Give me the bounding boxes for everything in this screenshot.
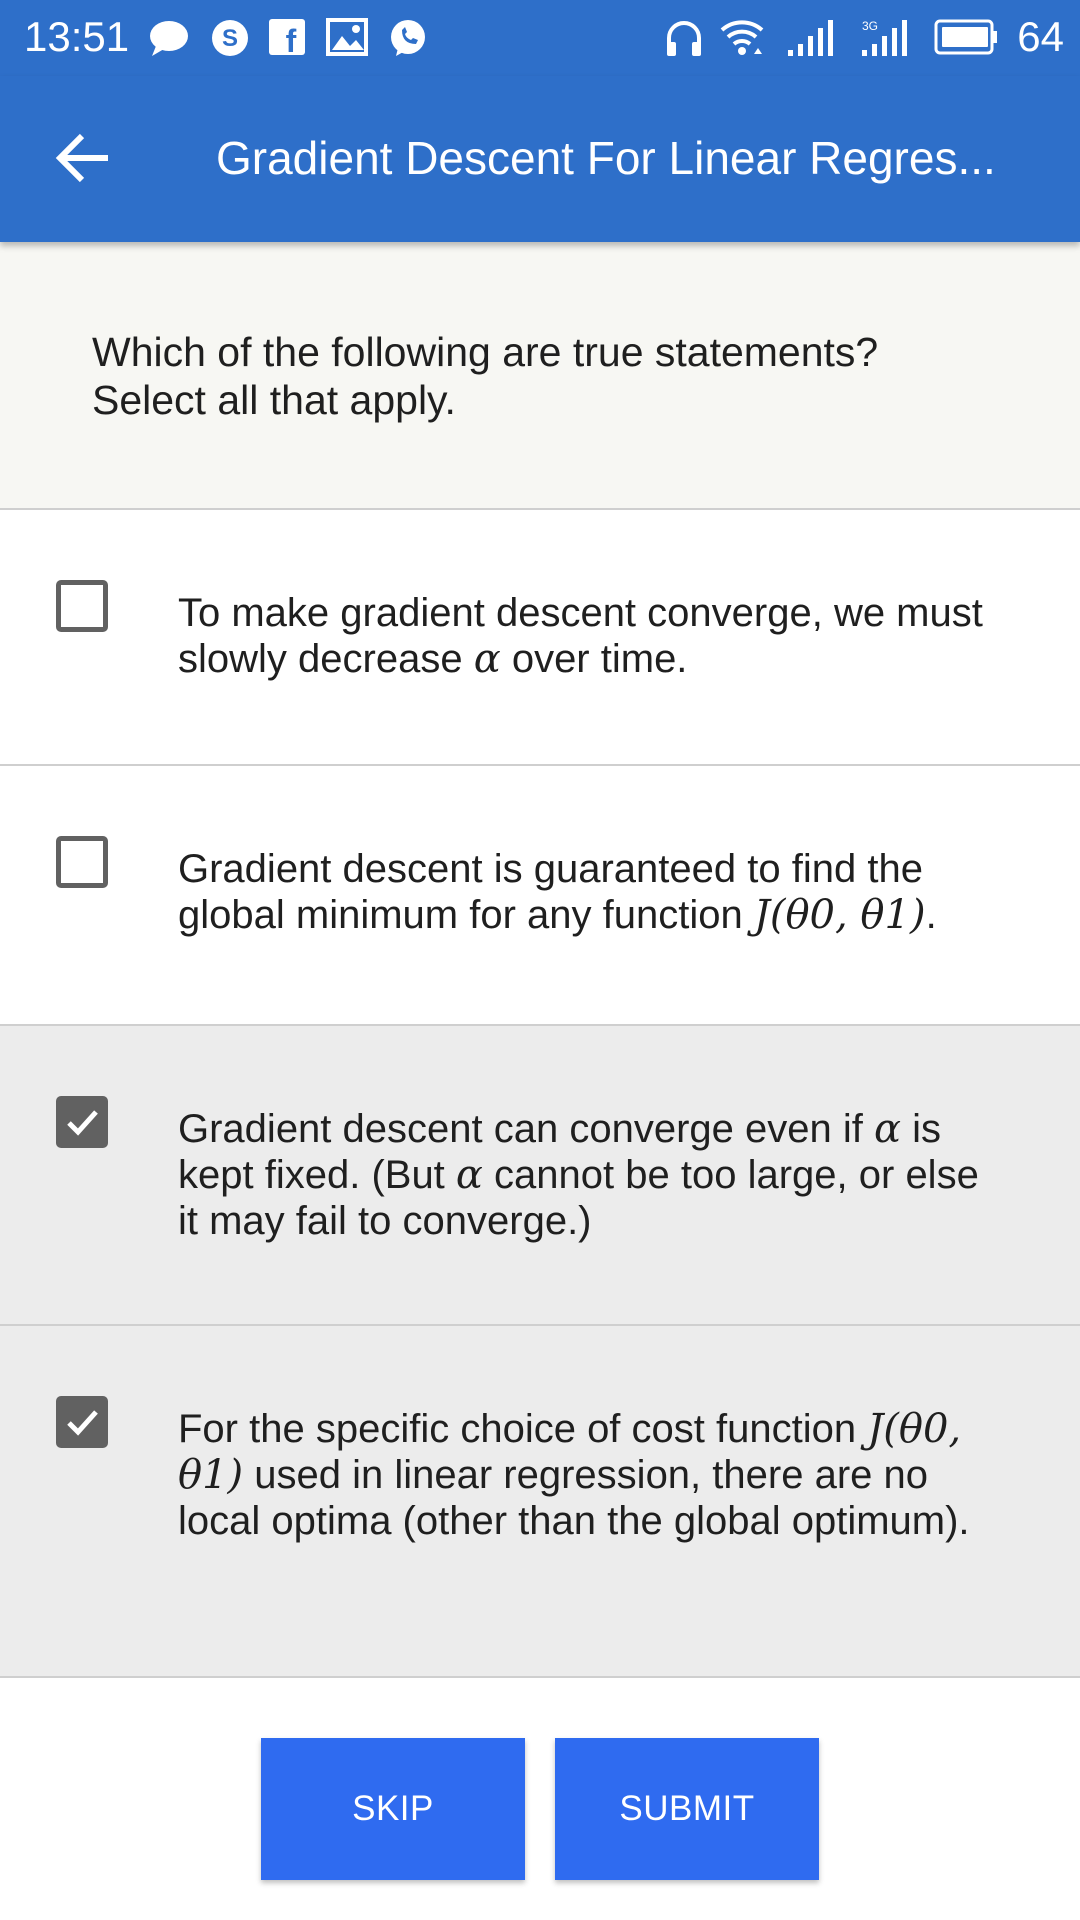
status-bar: 13:51 S f 3G 64: [0, 0, 1080, 76]
app-bar: Gradient Descent For Linear Regres...: [0, 76, 1080, 242]
submit-button[interactable]: SUBMIT: [555, 1738, 819, 1880]
back-button[interactable]: [52, 126, 116, 190]
signal-icon: [786, 18, 842, 63]
math-alpha: α: [473, 636, 501, 682]
option-text-part: used in linear regression, there are no …: [178, 1453, 970, 1543]
wifi-icon: [718, 18, 766, 65]
option-text-part: .: [925, 893, 937, 937]
arrow-left-icon: [55, 133, 108, 183]
answer-option[interactable]: To make gradient descent converge, we mu…: [0, 510, 1080, 766]
math-alpha: α: [455, 1152, 483, 1198]
svg-text:3G: 3G: [862, 19, 878, 33]
option-text: Gradient descent can converge even if α …: [178, 1106, 1008, 1244]
option-text-part: For the specific choice of cost function: [178, 1407, 868, 1451]
page-title: Gradient Descent For Linear Regres...: [216, 132, 996, 184]
question-line-1: Which of the following are true statemen…: [92, 329, 879, 375]
math-cost-function: J(θ0, θ1): [753, 892, 926, 938]
answer-option[interactable]: Gradient descent is guaranteed to find t…: [0, 766, 1080, 1026]
viber-icon: [388, 18, 428, 63]
answer-option[interactable]: Gradient descent can converge even if α …: [0, 1026, 1080, 1326]
battery-level: 64: [1017, 13, 1064, 60]
question-text: Which of the following are true statemen…: [92, 328, 972, 424]
chat-bubble-icon: [148, 18, 190, 63]
checkbox-checked[interactable]: [56, 1096, 108, 1148]
status-time: 13:51: [24, 13, 130, 60]
headphones-icon: [664, 18, 704, 65]
signal-3g-icon: 3G: [860, 18, 918, 63]
checkbox[interactable]: [56, 580, 108, 632]
option-text-part: Gradient descent can converge even if: [178, 1107, 874, 1151]
question-line-2: Select all that apply.: [92, 377, 456, 423]
svg-text:f: f: [286, 23, 297, 56]
checkbox[interactable]: [56, 836, 108, 888]
checkmark-icon: [67, 1110, 98, 1136]
facebook-icon: f: [268, 18, 306, 61]
checkmark-icon: [67, 1410, 98, 1436]
option-text-part: over time.: [500, 637, 688, 681]
skip-button[interactable]: SKIP: [261, 1738, 525, 1880]
option-text: Gradient descent is guaranteed to find t…: [178, 846, 1008, 938]
battery-icon: [934, 18, 1000, 61]
option-text: For the specific choice of cost function…: [178, 1406, 1008, 1544]
gallery-icon: [326, 18, 368, 61]
question-panel: Which of the following are true statemen…: [0, 242, 1080, 510]
answer-option[interactable]: For the specific choice of cost function…: [0, 1326, 1080, 1678]
checkbox-checked[interactable]: [56, 1396, 108, 1448]
skype-icon: S: [210, 18, 250, 63]
option-text: To make gradient descent converge, we mu…: [178, 590, 1008, 682]
math-alpha: α: [873, 1106, 901, 1152]
svg-text:S: S: [222, 25, 238, 52]
